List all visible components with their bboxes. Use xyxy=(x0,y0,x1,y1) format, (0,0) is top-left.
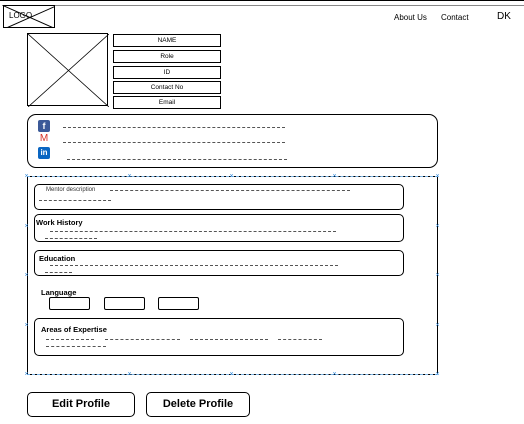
id-field[interactable]: ID xyxy=(113,66,221,79)
resize-handle-icon[interactable]: × xyxy=(332,371,337,378)
nav-about-us[interactable]: About Us xyxy=(394,13,427,22)
top-border xyxy=(0,0,524,1)
facebook-icon[interactable]: f xyxy=(38,120,50,132)
resize-handle-icon[interactable]: × xyxy=(332,173,337,180)
language-title: Language xyxy=(41,288,77,297)
work-history-line xyxy=(50,231,336,232)
linkedin-icon[interactable]: in xyxy=(38,147,50,159)
role-field[interactable]: Role xyxy=(113,50,221,63)
resize-handle-icon[interactable]: × xyxy=(24,371,29,378)
resize-handle-icon[interactable]: × xyxy=(24,272,29,279)
delete-profile-button[interactable]: Delete Profile xyxy=(146,392,250,417)
expertise-item-line xyxy=(278,339,322,340)
resize-handle-icon[interactable]: × xyxy=(435,173,440,180)
mentor-description-line xyxy=(110,190,350,191)
education-line xyxy=(45,272,72,273)
work-history-line xyxy=(45,238,97,239)
resize-handle-icon[interactable]: × xyxy=(127,173,132,180)
language-option[interactable] xyxy=(49,297,90,310)
education-line xyxy=(50,265,338,266)
gmail-icon[interactable]: M xyxy=(38,133,50,145)
logo-text: LOGO xyxy=(9,11,33,20)
logo[interactable]: LOGO xyxy=(3,5,55,28)
linkedin-link-line[interactable] xyxy=(67,159,287,160)
resize-handle-icon[interactable]: × xyxy=(24,223,29,230)
name-field[interactable]: NAME xyxy=(113,34,221,47)
resize-handle-icon[interactable]: × xyxy=(435,371,440,378)
nav-contact[interactable]: Contact xyxy=(441,13,469,22)
resize-handle-icon[interactable]: × xyxy=(435,272,440,279)
user-initials[interactable]: DK xyxy=(497,11,511,22)
image-placeholder-icon xyxy=(28,34,109,107)
areas-of-expertise-card[interactable] xyxy=(34,318,404,356)
mentor-description-line xyxy=(39,200,111,201)
resize-handle-icon[interactable]: × xyxy=(24,322,29,329)
education-title: Education xyxy=(39,254,76,263)
resize-handle-icon[interactable]: × xyxy=(229,173,234,180)
resize-handle-icon[interactable]: × xyxy=(435,322,440,329)
language-option[interactable] xyxy=(104,297,145,310)
gmail-link-line[interactable] xyxy=(63,142,285,143)
facebook-link-line[interactable] xyxy=(63,127,285,128)
education-card[interactable] xyxy=(34,250,404,276)
contact-no-field[interactable]: Contact No xyxy=(113,81,221,94)
edit-profile-button[interactable]: Edit Profile xyxy=(27,392,135,417)
expertise-item-line xyxy=(46,339,94,340)
resize-handle-icon[interactable]: × xyxy=(435,223,440,230)
expertise-item-line xyxy=(105,339,180,340)
profile-photo[interactable] xyxy=(27,33,109,107)
resize-handle-icon[interactable]: × xyxy=(24,173,29,180)
areas-of-expertise-title: Areas of Expertise xyxy=(41,325,107,334)
work-history-title: Work History xyxy=(36,218,83,227)
email-field[interactable]: Email xyxy=(113,96,221,109)
expertise-item-line xyxy=(190,339,268,340)
mentor-description-label: Mentor description xyxy=(46,187,96,193)
resize-handle-icon[interactable]: × xyxy=(127,371,132,378)
expertise-item-line xyxy=(46,346,106,347)
resize-handle-icon[interactable]: × xyxy=(229,371,234,378)
language-option[interactable] xyxy=(158,297,199,310)
